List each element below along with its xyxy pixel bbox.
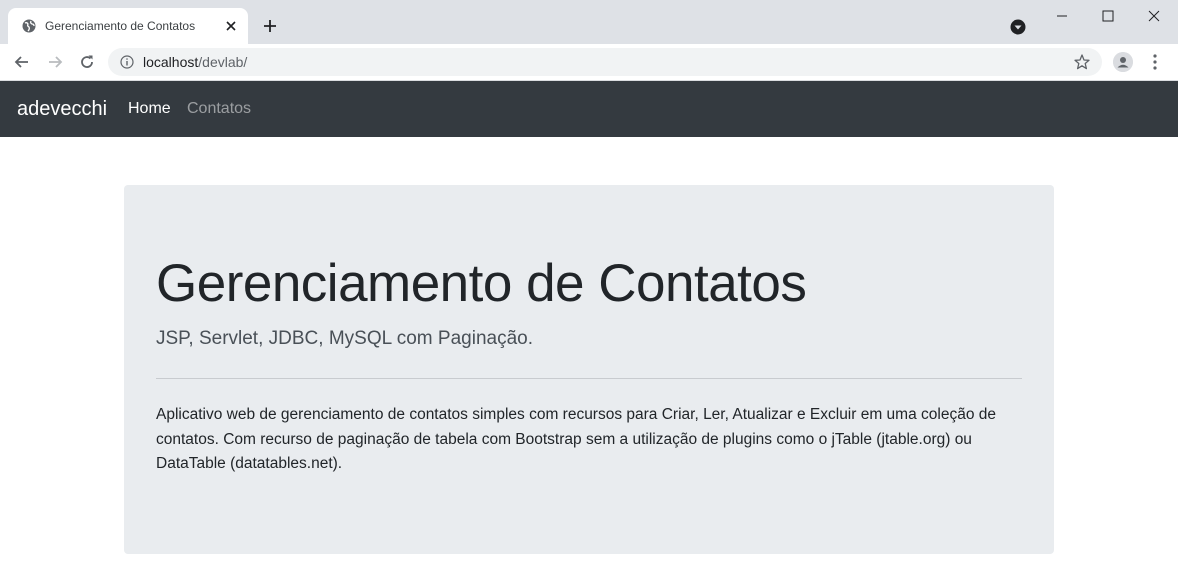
- globe-icon: [22, 19, 36, 33]
- jumbotron: Gerenciamento de Contatos JSP, Servlet, …: [124, 185, 1054, 554]
- reload-icon[interactable]: [77, 52, 97, 72]
- forward-arrow-icon[interactable]: [45, 52, 65, 72]
- browser-tab-strip: Gerenciamento de Contatos: [0, 0, 1178, 44]
- site-navbar: adevecchi Home Contatos: [0, 81, 1178, 137]
- more-menu-icon[interactable]: [1148, 52, 1162, 72]
- minimize-icon[interactable]: [1055, 9, 1069, 23]
- bookmark-star-icon[interactable]: [1073, 53, 1091, 71]
- browser-toolbar: localhost/devlab/: [0, 44, 1178, 81]
- browser-tab[interactable]: Gerenciamento de Contatos: [8, 8, 248, 44]
- new-tab-icon[interactable]: [261, 17, 279, 35]
- back-arrow-icon[interactable]: [12, 52, 32, 72]
- window-close-icon[interactable]: [1147, 9, 1161, 23]
- lead-text: JSP, Servlet, JDBC, MySQL com Paginação.: [156, 328, 533, 349]
- tab-title: Gerenciamento de Contatos: [45, 19, 196, 33]
- divider: [156, 378, 1022, 379]
- navbar-brand[interactable]: adevecchi: [17, 98, 107, 121]
- maximize-icon[interactable]: [1101, 9, 1115, 23]
- tab-search-icon[interactable]: [1010, 19, 1026, 35]
- url-text[interactable]: localhost/devlab/: [143, 54, 247, 70]
- nav-link-contatos[interactable]: Contatos: [187, 100, 251, 118]
- description-text: Aplicativo web de gerenciamento de conta…: [156, 406, 996, 472]
- profile-avatar-icon[interactable]: [1113, 52, 1133, 72]
- nav-link-home[interactable]: Home: [128, 100, 171, 118]
- url-path: /devlab/: [198, 54, 248, 70]
- site-info-icon[interactable]: [120, 55, 134, 69]
- address-bar[interactable]: localhost/devlab/: [108, 48, 1102, 76]
- page-title: Gerenciamento de Contatos: [156, 254, 807, 313]
- close-tab-icon[interactable]: [223, 18, 239, 34]
- url-host: localhost: [143, 54, 199, 70]
